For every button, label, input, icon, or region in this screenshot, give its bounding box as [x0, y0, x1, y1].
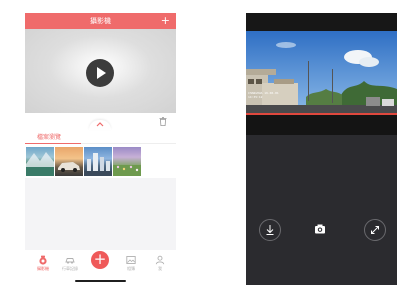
thumbnail[interactable] [84, 147, 112, 176]
bottom-nav: 攝影機 行車記錄 + 相簿 我 [25, 250, 176, 285]
camera-capture-icon [315, 224, 325, 234]
nav-item-recorder[interactable]: 行車記錄 [58, 253, 82, 277]
camera-list-screen: 攝影機 + 檔案瀏覽 攝影機 行車記錄 + 相簿 我 [25, 13, 176, 285]
download-icon [266, 225, 274, 235]
street-scene-image [246, 31, 397, 115]
thumbnail-strip [26, 147, 141, 176]
header-bar: 攝影機 + [25, 13, 176, 29]
divider [81, 143, 176, 144]
thumbnail[interactable] [113, 147, 141, 176]
overlay-timestamp: CHANGHUA 19-06-01 14:35:12 [248, 91, 279, 99]
city-skyline-icon [84, 153, 112, 176]
image-icon [126, 256, 136, 264]
chevron-up-icon [96, 122, 104, 127]
add-device-button[interactable]: + [91, 251, 109, 269]
file-list-area [25, 178, 176, 250]
plus-icon: + [93, 250, 107, 268]
flower-field-icon [113, 165, 141, 176]
nav-item-album[interactable]: 相簿 [119, 253, 143, 277]
live-video[interactable]: CHANGHUA 19-06-01 14:35:12 [246, 31, 397, 115]
nav-item-me[interactable]: 我 [148, 253, 172, 277]
play-button[interactable] [86, 59, 114, 87]
top-bar [246, 13, 397, 31]
video-player[interactable] [25, 29, 176, 113]
nav-label: 我 [158, 266, 162, 271]
home-indicator [75, 280, 126, 282]
car-icon [65, 258, 75, 264]
thumbnail[interactable] [26, 147, 54, 176]
thumbnail[interactable] [55, 147, 83, 176]
fullscreen-icon [371, 226, 379, 234]
tab-files[interactable]: 檔案瀏覽 [37, 134, 61, 142]
page-title: 攝影機 [90, 17, 111, 25]
lake-mountains-icon [26, 152, 54, 176]
person-icon [155, 255, 165, 265]
video-bottom-bar [246, 115, 397, 135]
play-icon [97, 67, 106, 79]
car-icon [58, 162, 80, 172]
capture-button[interactable] [310, 219, 330, 239]
fullscreen-button[interactable] [364, 219, 386, 241]
live-view-screen: CHANGHUA 19-06-01 14:35:12 [246, 13, 397, 285]
download-button[interactable] [259, 219, 281, 241]
camera-icon [39, 255, 47, 265]
nav-item-camera[interactable]: 攝影機 [31, 253, 55, 277]
add-button[interactable]: + [161, 13, 170, 29]
nav-label: 行車記錄 [62, 266, 78, 271]
collapse-toggle[interactable] [89, 120, 111, 130]
trash-icon[interactable] [159, 117, 167, 126]
active-tab-indicator [25, 143, 81, 144]
